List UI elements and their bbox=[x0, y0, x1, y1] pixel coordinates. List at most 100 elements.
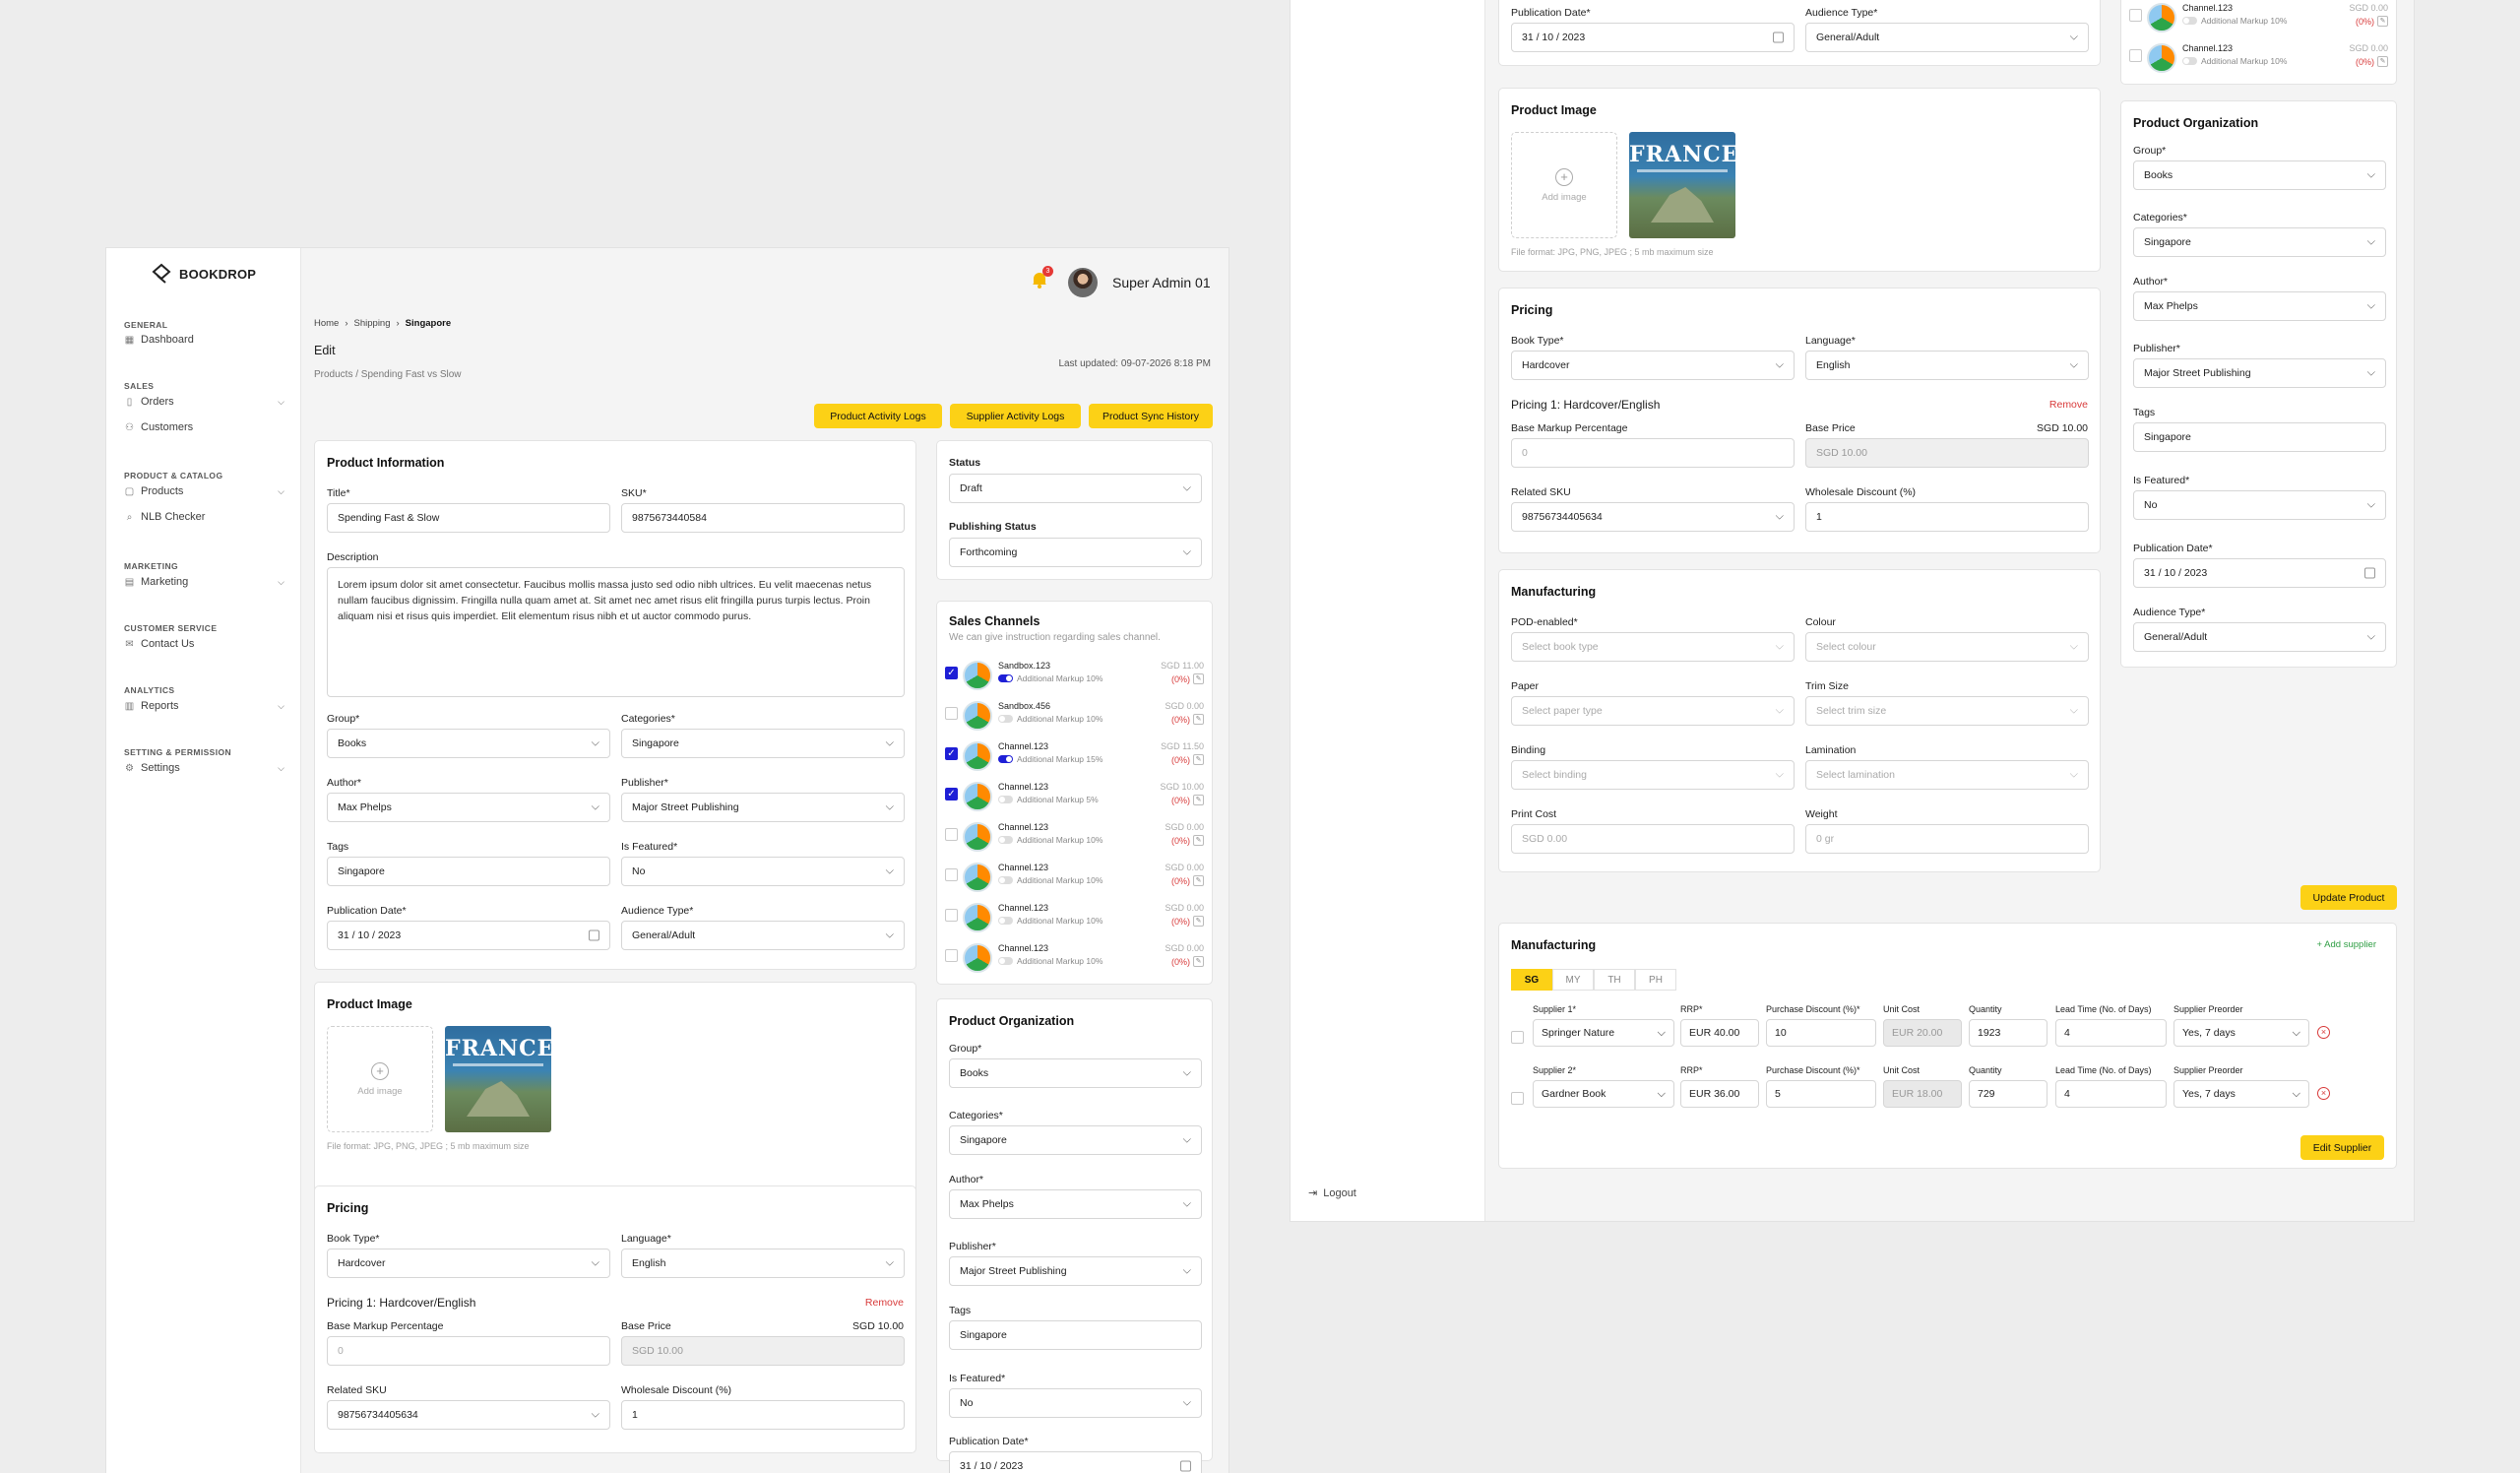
tab-th[interactable]: TH bbox=[1594, 969, 1635, 991]
supplier-qty-input[interactable]: 1923 bbox=[1969, 1019, 2048, 1047]
markup-toggle[interactable] bbox=[998, 957, 1013, 965]
book-cover-image[interactable]: FRANCE bbox=[445, 1026, 551, 1132]
language-select[interactable]: English ⌵ bbox=[1805, 351, 2089, 380]
edit-icon[interactable]: ✎ bbox=[2377, 56, 2388, 67]
org-tags-input[interactable]: Singapore bbox=[949, 1320, 1202, 1350]
markup-input[interactable]: 0 bbox=[327, 1336, 610, 1366]
publisher-select[interactable]: Major Street Publishing ⌵ bbox=[621, 793, 905, 822]
markup-toggle[interactable] bbox=[2182, 17, 2197, 25]
add-image-button[interactable]: + Add image bbox=[327, 1026, 433, 1132]
avatar[interactable] bbox=[1068, 268, 1098, 297]
edit-icon[interactable]: ✎ bbox=[2377, 16, 2388, 27]
author-select[interactable]: Max Phelps ⌵ bbox=[327, 793, 610, 822]
org-pub-date-input[interactable]: 31 / 10 / 2023 bbox=[949, 1451, 1202, 1473]
org-group-select[interactable]: Books ⌵ bbox=[949, 1058, 1202, 1088]
edit-icon[interactable]: ✎ bbox=[1193, 875, 1204, 886]
edit-icon[interactable]: ✎ bbox=[1193, 714, 1204, 725]
remove-supplier-icon[interactable]: × bbox=[2317, 1026, 2330, 1039]
language-select[interactable]: English ⌵ bbox=[621, 1249, 905, 1278]
related-sku-select[interactable]: 98756734405634 ⌵ bbox=[327, 1400, 610, 1430]
add-image-button[interactable]: + Add image bbox=[1511, 132, 1617, 238]
nav-products[interactable]: ▢ Products ⌵ bbox=[124, 485, 284, 497]
supplier-pre-select[interactable]: Yes, 7 days ⌵ bbox=[2174, 1080, 2309, 1108]
breadcrumb-home[interactable]: Home bbox=[314, 318, 339, 329]
supplier-pd-input[interactable]: 10 bbox=[1766, 1019, 1876, 1047]
channel-checkbox[interactable]: ✓ bbox=[945, 788, 958, 801]
supplier-rrp-input[interactable]: EUR 40.00 bbox=[1680, 1019, 1759, 1047]
related-sku-select[interactable]: 98756734405634 ⌵ bbox=[1511, 502, 1795, 532]
supplier-name-select[interactable]: Springer Nature ⌵ bbox=[1533, 1019, 1674, 1047]
colour-select[interactable]: Select colour ⌵ bbox=[1805, 632, 2089, 662]
binding-select[interactable]: Select binding ⌵ bbox=[1511, 760, 1795, 790]
featured-select[interactable]: No ⌵ bbox=[621, 857, 905, 886]
supplier-pre-select[interactable]: Yes, 7 days ⌵ bbox=[2174, 1019, 2309, 1047]
org-group-select[interactable]: Books ⌵ bbox=[2133, 160, 2386, 190]
channel-checkbox[interactable] bbox=[2129, 49, 2142, 62]
edit-icon[interactable]: ✎ bbox=[1193, 956, 1204, 967]
book-type-select[interactable]: Hardcover ⌵ bbox=[327, 1249, 610, 1278]
pub-date-input[interactable]: 31 / 10 / 2023 bbox=[327, 921, 610, 950]
channel-checkbox[interactable] bbox=[945, 909, 958, 922]
nav-marketing[interactable]: ▤ Marketing ⌵ bbox=[124, 576, 284, 588]
org-publisher-select[interactable]: Major Street Publishing ⌵ bbox=[2133, 358, 2386, 388]
breadcrumb-shipping[interactable]: Shipping bbox=[354, 318, 391, 329]
supplier-checkbox[interactable] bbox=[1511, 1031, 1524, 1044]
publishing-status-select[interactable]: Forthcoming ⌵ bbox=[949, 538, 1202, 567]
brand-logo[interactable]: BOOKDROP bbox=[150, 262, 256, 286]
edit-icon[interactable]: ✎ bbox=[1193, 754, 1204, 765]
categories-select[interactable]: Singapore ⌵ bbox=[621, 729, 905, 758]
title-input[interactable]: Spending Fast & Slow bbox=[327, 503, 610, 533]
pub-date-input[interactable]: 31 / 10 / 2023 bbox=[1511, 23, 1795, 52]
edit-icon[interactable]: ✎ bbox=[1193, 795, 1204, 805]
org-author-select[interactable]: Max Phelps ⌵ bbox=[949, 1189, 1202, 1219]
add-supplier-button[interactable]: + Add supplier bbox=[2317, 939, 2376, 950]
edit-supplier-button[interactable]: Edit Supplier bbox=[2300, 1135, 2384, 1160]
nav-dashboard[interactable]: ▦ Dashboard bbox=[124, 334, 284, 346]
edit-icon[interactable]: ✎ bbox=[1193, 835, 1204, 846]
supplier-lead-input[interactable]: 4 bbox=[2055, 1019, 2167, 1047]
channel-checkbox[interactable] bbox=[2129, 9, 2142, 22]
supplier-name-select[interactable]: Gardner Book ⌵ bbox=[1533, 1080, 1674, 1108]
edit-icon[interactable]: ✎ bbox=[1193, 673, 1204, 684]
supplier-pd-input[interactable]: 5 bbox=[1766, 1080, 1876, 1108]
org-featured-select[interactable]: No ⌵ bbox=[2133, 490, 2386, 520]
description-textarea[interactable]: Lorem ipsum dolor sit amet consectetur. … bbox=[327, 567, 905, 697]
paper-select[interactable]: Select paper type ⌵ bbox=[1511, 696, 1795, 726]
nav-settings[interactable]: ⚙ Settings ⌵ bbox=[124, 762, 284, 774]
channel-checkbox[interactable]: ✓ bbox=[945, 667, 958, 679]
sku-input[interactable]: 9875673440584 bbox=[621, 503, 905, 533]
markup-toggle[interactable] bbox=[998, 715, 1013, 723]
markup-toggle[interactable] bbox=[2182, 57, 2197, 65]
org-author-select[interactable]: Max Phelps ⌵ bbox=[2133, 291, 2386, 321]
nav-reports[interactable]: ▥ Reports ⌵ bbox=[124, 700, 284, 712]
tab-sg[interactable]: SG bbox=[1511, 969, 1552, 991]
audience-select[interactable]: General/Adult ⌵ bbox=[1805, 23, 2089, 52]
audience-select[interactable]: General/Adult ⌵ bbox=[621, 921, 905, 950]
org-categories-select[interactable]: Singapore ⌵ bbox=[2133, 227, 2386, 257]
channel-checkbox[interactable]: ✓ bbox=[945, 747, 958, 760]
nav-customers[interactable]: ⚇ Customers bbox=[124, 421, 284, 433]
lamination-select[interactable]: Select lamination ⌵ bbox=[1805, 760, 2089, 790]
wholesale-input[interactable]: 1 bbox=[621, 1400, 905, 1430]
markup-toggle[interactable] bbox=[998, 836, 1013, 844]
markup-input[interactable]: 0 bbox=[1511, 438, 1795, 468]
channel-checkbox[interactable] bbox=[945, 828, 958, 841]
book-cover-image[interactable]: FRANCE bbox=[1629, 132, 1735, 238]
nav-nlb-checker[interactable]: ⌕ NLB Checker bbox=[124, 511, 284, 523]
nav-orders[interactable]: ▯ Orders ⌵ bbox=[124, 396, 284, 408]
user-name[interactable]: Super Admin 01 bbox=[1112, 275, 1211, 290]
org-pub-date-input[interactable]: 31 / 10 / 2023 bbox=[2133, 558, 2386, 588]
supplier-qty-input[interactable]: 729 bbox=[1969, 1080, 2048, 1108]
channel-checkbox[interactable] bbox=[945, 949, 958, 962]
update-product-button[interactable]: Update Product bbox=[2300, 885, 2397, 910]
product-sync-history-button[interactable]: Product Sync History bbox=[1089, 404, 1213, 428]
markup-toggle[interactable] bbox=[998, 796, 1013, 803]
product-activity-logs-button[interactable]: Product Activity Logs bbox=[814, 404, 942, 428]
weight-input[interactable]: 0 gr bbox=[1805, 824, 2089, 854]
wholesale-input[interactable]: 1 bbox=[1805, 502, 2089, 532]
remove-pricing-button[interactable]: Remove bbox=[865, 1297, 904, 1309]
nav-contact[interactable]: ✉ Contact Us bbox=[124, 638, 284, 650]
print-cost-input[interactable]: SGD 0.00 bbox=[1511, 824, 1795, 854]
org-featured-select[interactable]: No ⌵ bbox=[949, 1388, 1202, 1418]
notification-bell[interactable]: 3 bbox=[1030, 266, 1053, 291]
